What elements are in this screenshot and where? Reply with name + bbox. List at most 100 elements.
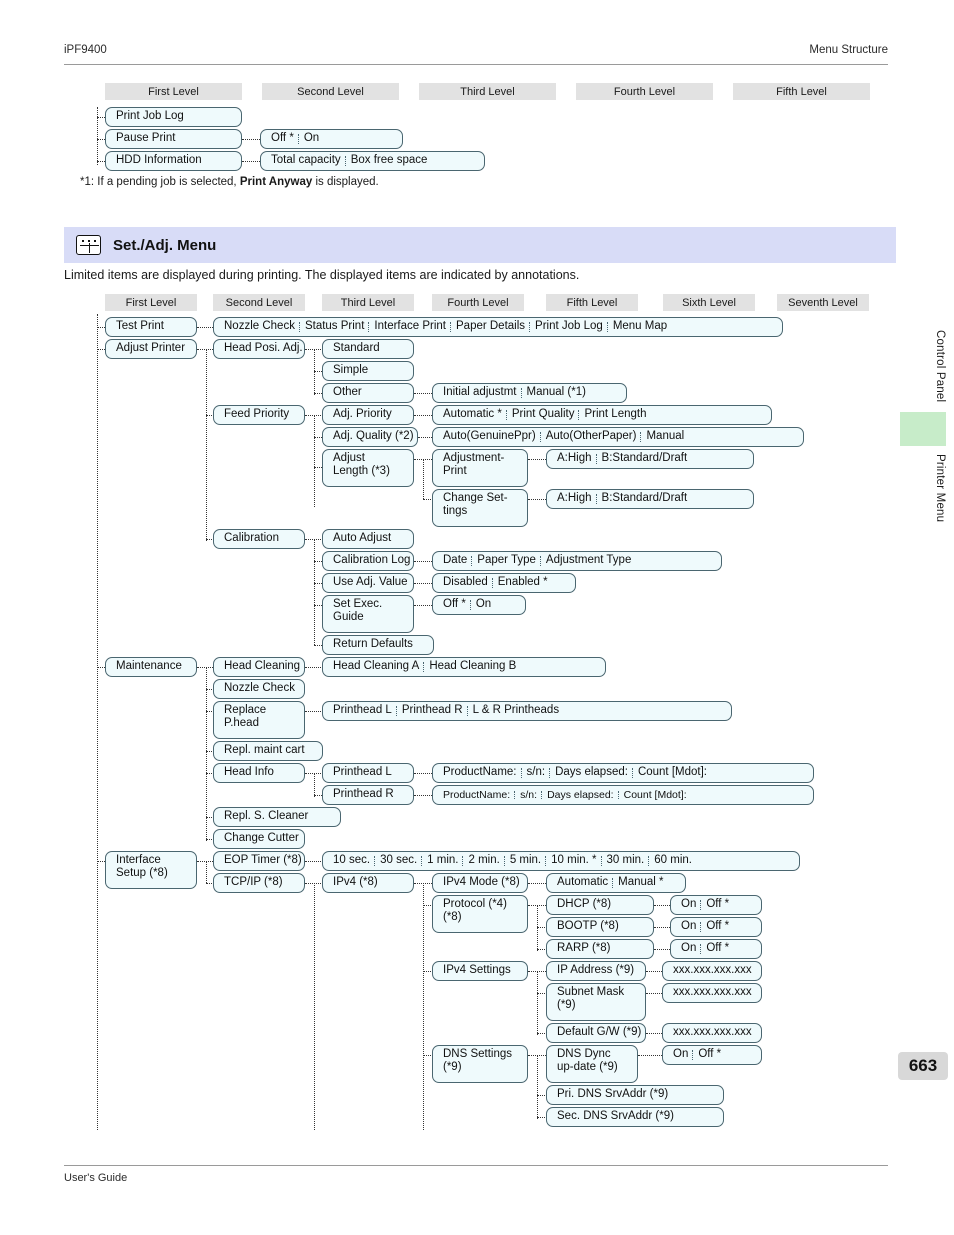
menu-box-calibration-log-options[interactable]: Date Paper Type Adjustment Type — [432, 551, 722, 571]
menu-box-calibration[interactable]: Calibration — [213, 529, 305, 549]
menu-box-sec-dns-srvaddr[interactable]: Sec. DNS SrvAddr (*9) — [546, 1107, 724, 1127]
menu-box-set-exec-guide-options[interactable]: Off * On — [432, 595, 526, 615]
option-1-min[interactable]: 1 min. — [421, 854, 463, 867]
menu-box-head-cleaning[interactable]: Head Cleaning — [213, 657, 305, 677]
option-automatic[interactable]: Automatic * — [438, 408, 507, 421]
option-disabled[interactable]: Disabled — [438, 576, 493, 589]
option-a-high[interactable]: A:High — [552, 452, 597, 465]
menu-box-return-defaults[interactable]: Return Defaults — [322, 635, 434, 655]
option-head-cleaning-a[interactable]: Head Cleaning A — [328, 660, 424, 673]
option-paper-type[interactable]: Paper Type — [471, 554, 541, 567]
option-b-standard-draft[interactable]: B:Standard/Draft — [595, 492, 693, 505]
option-auto-genuine-ppr[interactable]: Auto(GenuinePpr) — [438, 430, 541, 443]
option-60-min[interactable]: 60 min. — [648, 854, 697, 867]
option-paper-details[interactable]: Paper Details — [449, 320, 530, 333]
menu-box-ipv4-mode[interactable]: IPv4 Mode (*8) — [432, 873, 528, 893]
menu-box-rarp-options[interactable]: On Off * — [670, 939, 762, 959]
option-auto-other-paper[interactable]: Auto(OtherPaper) — [539, 430, 642, 443]
option-on[interactable]: On — [668, 1048, 693, 1061]
menu-box-interface-setup[interactable]: Interface Setup (*8) — [105, 851, 197, 889]
side-tab-control-panel[interactable]: Control Panel — [900, 330, 946, 402]
menu-box-protocol[interactable]: Protocol (*4) (*8) — [432, 895, 528, 933]
menu-box-calibration-log[interactable]: Calibration Log — [322, 551, 414, 571]
menu-box-adj-priority[interactable]: Adj. Priority — [322, 405, 414, 425]
option-adjustment-type[interactable]: Adjustment Type — [539, 554, 636, 567]
menu-box-use-adj-value[interactable]: Use Adj. Value — [322, 573, 414, 593]
menu-box-adjustment-print[interactable]: Adjustment-Print — [432, 449, 528, 487]
menu-box-printhead-r[interactable]: Printhead R — [322, 785, 414, 805]
menu-box-change-settings[interactable]: Change Set-tings — [432, 489, 528, 527]
menu-box-hdd-information[interactable]: HDD Information — [105, 151, 242, 171]
menu-box-pri-dns-srvaddr[interactable]: Pri. DNS SrvAddr (*9) — [546, 1085, 724, 1105]
menu-box-head-info[interactable]: Head Info — [213, 763, 305, 783]
menu-box-eop-timer[interactable]: EOP Timer (*8) — [213, 851, 305, 871]
option-status-print[interactable]: Status Print — [298, 320, 369, 333]
option-off[interactable]: Off * — [438, 598, 471, 611]
menu-box-hdd-options[interactable]: Total capacity Box free space — [260, 151, 485, 171]
menu-box-head-cleaning-options[interactable]: Head Cleaning A Head Cleaning B — [322, 657, 606, 677]
menu-box-ipv4-settings[interactable]: IPv4 Settings — [432, 961, 528, 981]
option-off[interactable]: Off * — [692, 1048, 726, 1061]
option-5-min[interactable]: 5 min. — [503, 854, 546, 867]
menu-box-set-exec-guide[interactable]: Set Exec. Guide — [322, 595, 414, 633]
option-printhead-l[interactable]: Printhead L — [328, 704, 397, 717]
option-print-quality[interactable]: Print Quality — [505, 408, 580, 421]
menu-box-rarp[interactable]: RARP (*8) — [546, 939, 654, 959]
option-10-min[interactable]: 10 min. * — [545, 854, 601, 867]
option-manual[interactable]: Manual * — [612, 876, 668, 889]
menu-box-subnet-mask[interactable]: Subnet Mask (*9) — [546, 983, 646, 1021]
menu-box-ipv4-mode-options[interactable]: Automatic Manual * — [546, 873, 686, 893]
option-manual[interactable]: Manual — [640, 430, 689, 443]
option-print-length[interactable]: Print Length — [578, 408, 651, 421]
menu-box-repl-s-cleaner[interactable]: Repl. S. Cleaner — [213, 807, 341, 827]
option-lr-printheads[interactable]: L & R Printheads — [466, 704, 565, 717]
menu-box-bootp[interactable]: BOOTP (*8) — [546, 917, 654, 937]
menu-box-head-posi-adj[interactable]: Head Posi. Adj. — [213, 339, 305, 359]
option-on[interactable]: On — [676, 942, 701, 955]
option-nozzle-check[interactable]: Nozzle Check — [219, 320, 300, 333]
option-automatic[interactable]: Automatic — [552, 876, 613, 889]
menu-box-subnet-mask-value[interactable]: xxx.xxx.xxx.xxx — [662, 983, 762, 1003]
menu-box-adj-quality-options[interactable]: Auto(GenuinePpr) Auto(OtherPaper) Manual — [432, 427, 804, 447]
option-on[interactable]: On — [297, 132, 324, 145]
menu-box-dhcp[interactable]: DHCP (*8) — [546, 895, 654, 915]
option-printhead-r[interactable]: Printhead R — [395, 704, 468, 717]
option-on[interactable]: On — [676, 898, 701, 911]
option-enabled[interactable]: Enabled * — [491, 576, 553, 589]
menu-box-adj-priority-options[interactable]: Automatic * Print Quality Print Length — [432, 405, 772, 425]
option-on[interactable]: On — [469, 598, 496, 611]
menu-box-default-gw-value[interactable]: xxx.xxx.xxx.xxx — [662, 1023, 762, 1043]
option-print-job-log[interactable]: Print Job Log — [529, 320, 608, 333]
menu-box-dns-dync-update[interactable]: DNS Dync up-date (*9) — [546, 1045, 638, 1083]
option-date[interactable]: Date — [438, 554, 472, 567]
option-total-capacity[interactable]: Total capacity — [266, 154, 346, 167]
menu-box-dhcp-options[interactable]: On Off * — [670, 895, 762, 915]
option-off[interactable]: Off * — [700, 920, 734, 933]
option-interface-print[interactable]: Interface Print — [368, 320, 451, 333]
option-box-free-space[interactable]: Box free space — [344, 154, 433, 167]
menu-box-test-print-options[interactable]: Nozzle Check Status Print Interface Prin… — [213, 317, 783, 337]
option-initial-adjustmt[interactable]: Initial adjustmt — [438, 386, 522, 399]
menu-box-printhead-r-fields[interactable]: ProductName: s/n: Days elapsed: Count [M… — [432, 785, 814, 805]
option-30-min[interactable]: 30 min. — [600, 854, 650, 867]
menu-box-replace-phead-options[interactable]: Printhead L Printhead R L & R Printheads — [322, 701, 732, 721]
menu-box-change-settings-options[interactable]: A:High B:Standard/Draft — [546, 489, 754, 509]
menu-box-other-options[interactable]: Initial adjustmt Manual (*1) — [432, 383, 627, 403]
option-off[interactable]: Off * — [266, 132, 299, 145]
menu-box-maintenance[interactable]: Maintenance — [105, 657, 197, 677]
menu-box-test-print[interactable]: Test Print — [105, 317, 197, 337]
menu-box-auto-adjust[interactable]: Auto Adjust — [322, 529, 414, 549]
menu-box-dns-dync-update-options[interactable]: On Off * — [662, 1045, 762, 1065]
menu-box-adj-quality[interactable]: Adj. Quality (*2) — [322, 427, 418, 447]
menu-box-replace-phead[interactable]: Replace P.head — [213, 701, 305, 739]
menu-box-default-gw[interactable]: Default G/W (*9) — [546, 1023, 646, 1043]
menu-box-use-adj-value-options[interactable]: Disabled Enabled * — [432, 573, 576, 593]
menu-box-ipv4[interactable]: IPv4 (*8) — [322, 873, 414, 893]
menu-box-pause-print-options[interactable]: Off * On — [260, 129, 403, 149]
option-menu-map[interactable]: Menu Map — [606, 320, 672, 333]
option-b-standard-draft[interactable]: B:Standard/Draft — [595, 452, 693, 465]
option-head-cleaning-b[interactable]: Head Cleaning B — [423, 660, 521, 673]
menu-box-printhead-l-fields[interactable]: ProductName: s/n: Days elapsed: Count [M… — [432, 763, 814, 783]
option-off[interactable]: Off * — [700, 898, 734, 911]
menu-box-nozzle-check[interactable]: Nozzle Check — [213, 679, 305, 699]
